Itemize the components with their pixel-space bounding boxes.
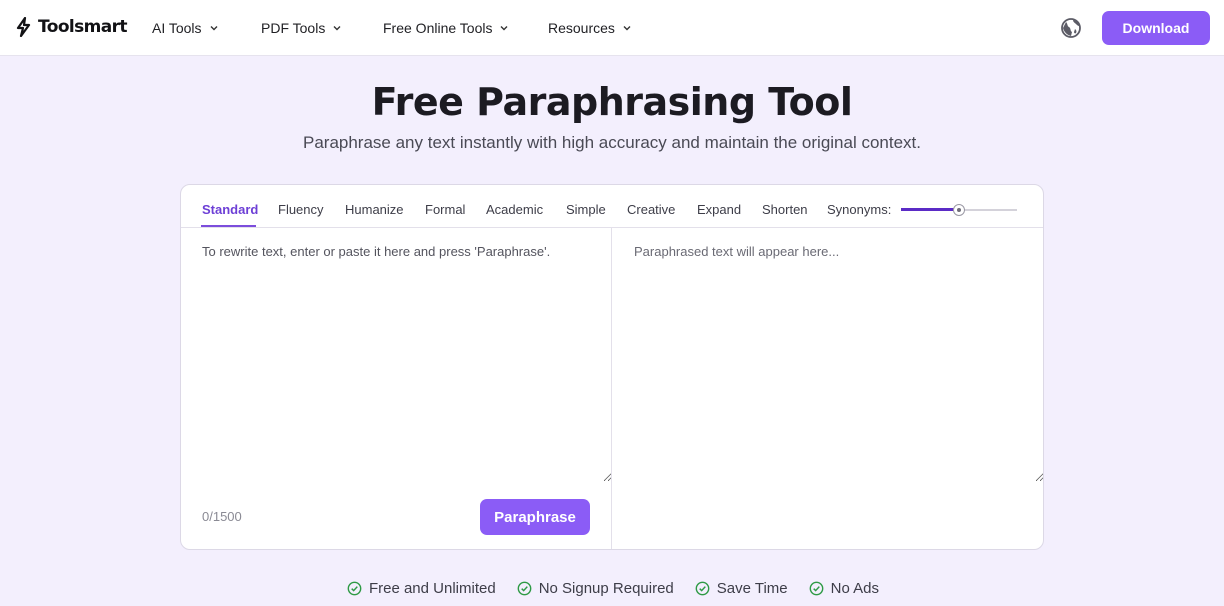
synonyms-label: Synonyms: <box>827 202 892 217</box>
nav-free-online-tools-label: Free Online Tools <box>383 20 493 36</box>
input-text-area[interactable] <box>181 228 612 482</box>
feature-item: No Ads <box>809 578 879 598</box>
nav-free-online-tools[interactable]: Free Online Tools <box>383 18 510 38</box>
check-circle-icon <box>347 581 362 595</box>
tab-fluency[interactable]: Fluency <box>278 202 324 222</box>
nav-ai-tools[interactable]: AI Tools <box>152 18 220 38</box>
synonyms-slider[interactable] <box>901 203 1019 217</box>
chevron-down-icon <box>623 26 631 31</box>
toolsmart-logo[interactable]: Toolsmart <box>14 16 128 38</box>
feature-item: No Signup Required <box>517 578 674 598</box>
tab-shorten[interactable]: Shorten <box>762 202 808 222</box>
globe-icon[interactable] <box>1060 17 1082 39</box>
mode-tabs: Standard Fluency Humanize Formal Academi… <box>181 185 1043 228</box>
active-tab-indicator <box>201 225 256 227</box>
check-circle-icon <box>809 581 824 595</box>
chevron-down-icon <box>500 26 508 31</box>
tab-standard[interactable]: Standard <box>202 202 258 222</box>
logo-text: Toolsmart <box>38 17 128 37</box>
slider-handle[interactable] <box>953 204 965 216</box>
feature-label: No Signup Required <box>538 579 674 597</box>
tab-creative[interactable]: Creative <box>627 202 675 222</box>
feature-item: Free and Unlimited <box>347 578 496 598</box>
page-title: Free Paraphrasing Tool <box>371 80 853 124</box>
nav-pdf-tools-label: PDF Tools <box>261 20 326 36</box>
feature-label: Free and Unlimited <box>368 579 496 597</box>
feature-label: Save Time <box>716 579 788 597</box>
nav-resources[interactable]: Resources <box>548 18 633 38</box>
feature-list: Free and Unlimited No Signup Required Sa… <box>0 578 1224 598</box>
tab-academic[interactable]: Academic <box>486 202 543 222</box>
slider-fill <box>901 208 959 211</box>
page-subtitle: Paraphrase any text instantly with high … <box>302 133 921 152</box>
tab-simple[interactable]: Simple <box>566 202 606 222</box>
feature-label: No Ads <box>830 579 880 597</box>
paraphraser-card: Standard Fluency Humanize Formal Academi… <box>180 184 1044 550</box>
tab-expand[interactable]: Expand <box>697 202 741 222</box>
paraphrase-button[interactable]: Paraphrase <box>480 499 590 535</box>
output-text-area[interactable] <box>612 228 1043 482</box>
toolsmart-logo-icon <box>16 17 31 37</box>
feature-item: Save Time <box>695 578 788 598</box>
download-button[interactable]: Download <box>1102 11 1210 45</box>
chevron-down-icon <box>333 26 341 31</box>
nav-ai-tools-label: AI Tools <box>152 20 202 36</box>
nav-resources-label: Resources <box>548 20 615 36</box>
check-circle-icon <box>517 581 532 595</box>
chevron-down-icon <box>210 26 218 31</box>
tab-formal[interactable]: Formal <box>425 202 465 222</box>
nav-pdf-tools[interactable]: PDF Tools <box>261 18 343 38</box>
character-counter: 0/1500 <box>202 509 242 524</box>
tab-humanize[interactable]: Humanize <box>345 202 404 222</box>
check-circle-icon <box>695 581 710 595</box>
top-navigation-bar: Toolsmart AI Tools PDF Tools Free Online… <box>0 0 1224 56</box>
